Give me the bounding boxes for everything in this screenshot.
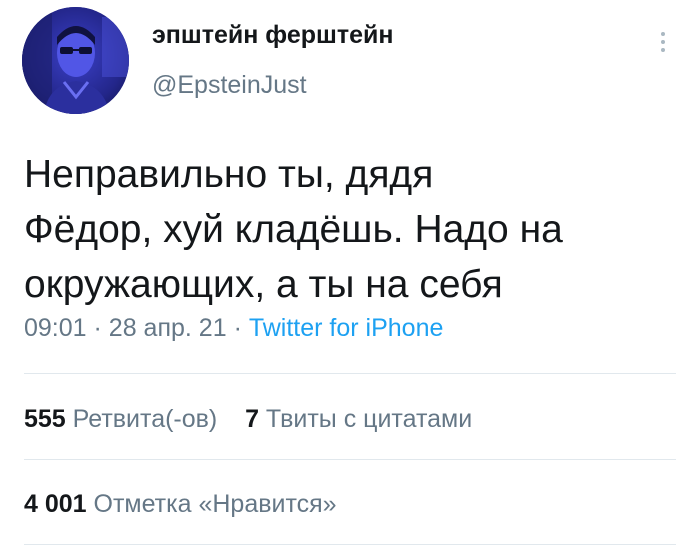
tweet-text: Неправильно ты, дядя Фёдор, хуй кладёшь.… bbox=[24, 147, 664, 312]
quotes-label: Твиты с цитатами bbox=[265, 405, 473, 433]
retweets-label: Ретвита(-ов) bbox=[72, 405, 218, 433]
likes-stat[interactable]: 4 001 Отметка «Нравится» bbox=[24, 490, 337, 518]
quotes-stat[interactable]: 7 Твиты с цитатами bbox=[245, 405, 472, 433]
avatar[interactable] bbox=[22, 7, 129, 114]
display-name[interactable]: эпштейн ферштейн bbox=[152, 21, 393, 50]
retweets-count: 555 bbox=[24, 405, 66, 433]
likes-label: Отметка «Нравится» bbox=[93, 490, 337, 518]
retweets-stat[interactable]: 555 Ретвита(-ов) bbox=[24, 405, 217, 433]
divider bbox=[24, 373, 676, 374]
tweet-date[interactable]: 28 апр. 21 bbox=[109, 314, 227, 342]
divider bbox=[24, 459, 676, 460]
engagement-row: 555 Ретвита(-ов) 7 Твиты с цитатами bbox=[24, 405, 472, 434]
meta-separator: · bbox=[93, 314, 102, 342]
avatar-image bbox=[22, 7, 129, 114]
tweet-text-line: Неправильно ты, дядя bbox=[24, 153, 434, 196]
user-handle[interactable]: @EpsteinJust bbox=[152, 71, 307, 100]
meta-separator: · bbox=[233, 314, 242, 342]
tweet-text-line: Фёдор, хуй кладёшь. Надо на bbox=[24, 208, 563, 251]
vertical-ellipsis-icon[interactable] bbox=[651, 28, 675, 58]
divider bbox=[24, 544, 676, 545]
quotes-count: 7 bbox=[245, 405, 259, 433]
likes-row: 4 001 Отметка «Нравится» bbox=[24, 490, 337, 519]
likes-count: 4 001 bbox=[24, 490, 87, 518]
tweet-text-line: окружающих, а ты на себя bbox=[24, 263, 503, 306]
tweet-source-link[interactable]: Twitter for iPhone bbox=[249, 314, 444, 342]
tweet-card: эпштейн ферштейн @EpsteinJust Неправильн… bbox=[0, 0, 700, 547]
tweet-meta: 09:01 · 28 апр. 21 · Twitter for iPhone bbox=[24, 314, 443, 343]
tweet-time[interactable]: 09:01 bbox=[24, 314, 87, 342]
